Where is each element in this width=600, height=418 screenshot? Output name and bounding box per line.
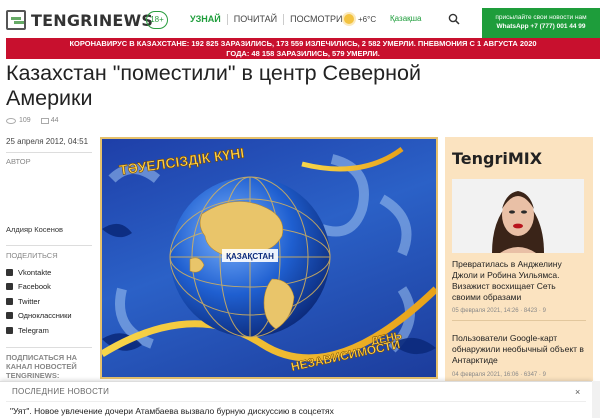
tengrimix-title[interactable]: TengriMIX [452, 149, 542, 168]
tengrimix-headline-2[interactable]: Пользователи Google-карт обнаружили необ… [452, 333, 586, 366]
language-switch[interactable]: Қазақша [390, 14, 422, 23]
weather-temp: +6°C [358, 14, 377, 24]
views-icon [6, 117, 16, 124]
latest-news-headline[interactable]: "Уят". Новое увлечение дочери Атамбаева … [10, 406, 334, 416]
tengrimix-sidebar: TengriMIX Превратилась в Анджелину Джоли… [445, 137, 593, 389]
scrollbar[interactable] [592, 381, 600, 418]
telegram-icon [6, 326, 13, 334]
weather-widget[interactable]: +6°C [344, 14, 376, 24]
odnoklassniki-icon [6, 312, 13, 320]
site-logo[interactable]: TENGRINEWS [6, 10, 153, 30]
nav-item-watch[interactable]: ПОСМОТРИ [283, 14, 348, 25]
share-odnoklassniki[interactable]: Одноклассники [6, 309, 92, 324]
comments-icon[interactable] [40, 117, 49, 124]
share-twitter[interactable]: Twitter [6, 294, 92, 309]
share-title: ПОДЕЛИТЬСЯ [6, 251, 58, 260]
image-text-top: ТӘУЕЛСІЗДІК КҮНІ [118, 145, 245, 178]
views-count: 109 [19, 117, 31, 124]
main-nav: УЗНАЙ ПОЧИТАЙ ПОСМОТРИ [184, 14, 348, 25]
covid-banner[interactable]: КОРОНАВИРУС В КАЗАХСТАНЕ: 192 825 ЗАРАЗИ… [6, 38, 600, 59]
subscribe-block: ПОДПИСАТЬСЯ НА КАНАЛ НОВОСТЕЙ TENGRINEWS… [6, 347, 92, 380]
share-label: Vkontakte [18, 267, 52, 277]
author-block: АВТОР [6, 152, 92, 166]
logo-icon [6, 10, 26, 30]
divider [452, 320, 586, 321]
share-telegram[interactable]: Telegram [6, 323, 92, 338]
tengrimix-meta-2: 04 февраля 2021, 16:06 · 6347 · 9 [452, 372, 546, 378]
article-image: ҚАЗАҚСТАН ТӘУЕЛСІЗДІК КҮНІ ДЕНЬ НЕЗАВИСИ… [100, 137, 438, 379]
nav-item-read[interactable]: ПОЧИТАЙ [226, 14, 283, 25]
whatsapp-banner[interactable]: присылайте свои новости нам WhatsApp +7 … [482, 8, 600, 38]
tengrimix-photo[interactable] [452, 179, 584, 253]
article-meta: 109 44 [6, 117, 58, 124]
covid-line1: КОРОНАВИРУС В КАЗАХСТАНЕ: 192 825 ЗАРАЗИ… [69, 39, 537, 48]
share-block: ПОДЕЛИТЬСЯ Vkontakte Facebook Twitter Од… [6, 245, 92, 338]
author-name[interactable]: Алдияр Косенов [6, 225, 63, 234]
subscribe-text[interactable]: ПОДПИСАТЬСЯ НА КАНАЛ НОВОСТЕЙ TENGRINEWS… [6, 353, 92, 380]
globe-label: ҚАЗАҚСТАН [226, 252, 274, 261]
latest-news-panel: ПОСЛЕДНИЕ НОВОСТИ × "Уят". Новое увлечен… [0, 381, 592, 418]
whatsapp-line2: WhatsApp +7 (777) 001 44 99 [496, 23, 586, 30]
covid-line2: ГОДА: 48 158 ЗАРАЗИЛИСЬ, 579 УМЕРЛИ. [226, 49, 380, 58]
site-header: TENGRINEWS 18+ УЗНАЙ ПОЧИТАЙ ПОСМОТРИ +6… [0, 0, 600, 38]
nav-item-learn[interactable]: УЗНАЙ [184, 14, 227, 25]
share-facebook[interactable]: Facebook [6, 280, 92, 295]
article-title: Казахстан "поместили" в центр Северной А… [6, 61, 421, 110]
close-icon[interactable]: × [575, 387, 580, 397]
share-label: Facebook [18, 282, 51, 292]
sun-icon [344, 14, 354, 24]
latest-news-header[interactable]: ПОСЛЕДНИЕ НОВОСТИ [12, 387, 109, 396]
vk-icon [6, 268, 13, 276]
facebook-icon [6, 283, 13, 291]
divider [6, 152, 92, 153]
tengrimix-headline-1[interactable]: Превратилась в Анджелину Джоли и Робина … [452, 259, 586, 303]
portrait-image [452, 179, 584, 253]
share-label: Twitter [18, 296, 41, 306]
age-badge: 18+ [146, 11, 168, 29]
article-date: 25 апреля 2012, 04:51 [6, 137, 89, 146]
divider [6, 347, 92, 348]
whatsapp-line1: присылайте свои новости нам [495, 14, 587, 21]
twitter-icon [6, 297, 13, 305]
divider [6, 245, 92, 246]
share-label: Одноклассники [18, 311, 72, 321]
search-icon[interactable] [448, 13, 460, 25]
tengrimix-meta-1: 05 февраля 2021, 14:26 · 8423 · 9 [452, 308, 546, 314]
share-label: Telegram [18, 325, 49, 335]
comments-count[interactable]: 44 [51, 117, 59, 124]
share-vkontakte[interactable]: Vkontakte [6, 265, 92, 280]
author-label: АВТОР [6, 157, 31, 166]
divider [6, 401, 586, 402]
independence-day-illustration: ҚАЗАҚСТАН ТӘУЕЛСІЗДІК КҮНІ ДЕНЬ НЕЗАВИСИ… [102, 144, 436, 374]
logo-text: TENGRINEWS [31, 10, 154, 30]
